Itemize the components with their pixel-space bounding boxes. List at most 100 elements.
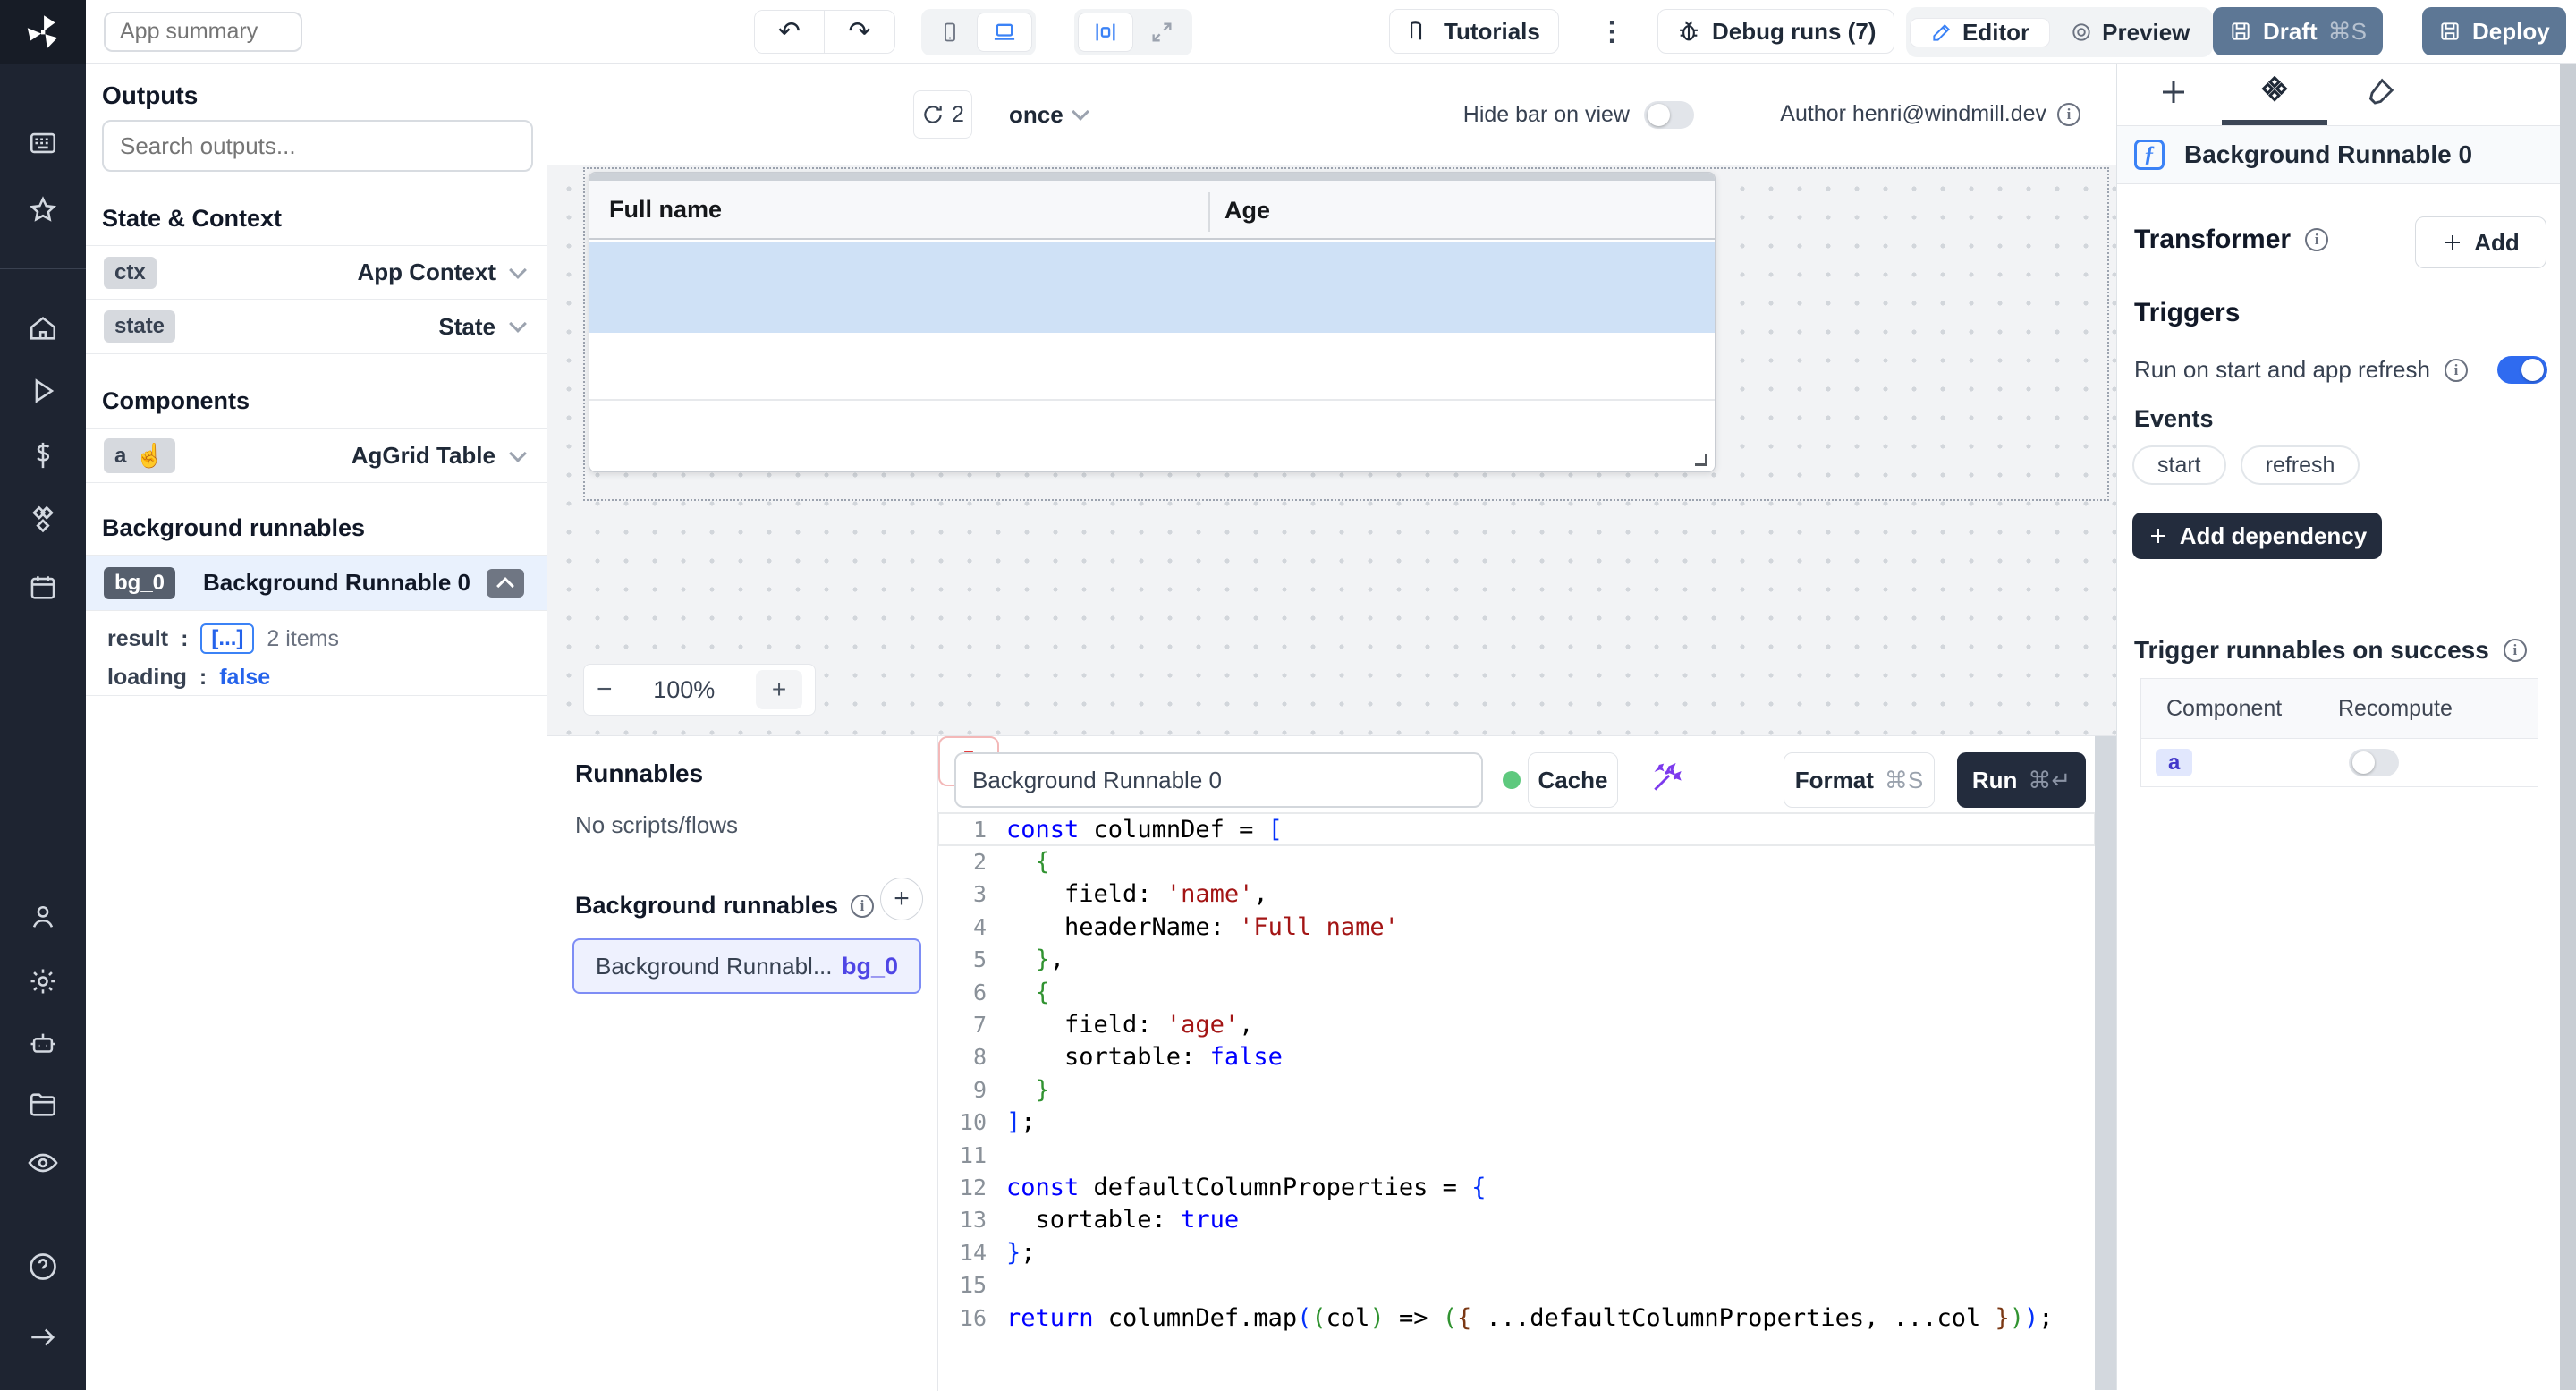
cache-button[interactable]: Cache bbox=[1528, 752, 1618, 808]
code-line[interactable]: 3 field: 'name', bbox=[938, 878, 2095, 911]
code-text: } bbox=[987, 1076, 1050, 1104]
code-line[interactable]: 1const columnDef = [ bbox=[938, 813, 2095, 845]
tutorials-button[interactable]: Tutorials bbox=[1389, 9, 1559, 54]
code-line[interactable]: 16return columnDef.map((col) => ({ ...de… bbox=[938, 1302, 2095, 1334]
collapse-button[interactable] bbox=[487, 569, 524, 598]
output-row-component-a[interactable]: a ☝ AgGrid Table bbox=[86, 428, 547, 483]
add-label: Add bbox=[2474, 229, 2520, 257]
code-line[interactable]: 12const defaultColumnProperties = { bbox=[938, 1171, 2095, 1203]
app-canvas[interactable]: Full name Age − 100% + bbox=[547, 165, 2116, 735]
workers-icon[interactable] bbox=[0, 1029, 86, 1059]
code-line[interactable]: 4 headerName: 'Full name' bbox=[938, 911, 2095, 943]
redo-button[interactable]: ↷ bbox=[825, 11, 894, 53]
code-editor[interactable]: 1const columnDef = [2 {3 field: 'name',4… bbox=[938, 813, 2095, 1390]
code-line[interactable]: 14}; bbox=[938, 1236, 2095, 1268]
format-button[interactable]: Format ⌘S bbox=[1784, 752, 1935, 808]
undo-button[interactable]: ↶ bbox=[755, 11, 825, 53]
tab-preview[interactable]: Preview bbox=[2050, 19, 2209, 47]
code-line[interactable]: 13 sortable: true bbox=[938, 1204, 2095, 1236]
interval-dropdown[interactable]: once bbox=[995, 90, 1101, 139]
code-line[interactable]: 15 bbox=[938, 1268, 2095, 1301]
event-pill-start[interactable]: start bbox=[2132, 445, 2226, 485]
hide-bar-toggle[interactable] bbox=[1644, 101, 1694, 129]
app-summary-input[interactable] bbox=[104, 12, 302, 52]
zoom-out-button[interactable]: − bbox=[597, 674, 613, 705]
tab-styling[interactable] bbox=[2362, 76, 2396, 110]
debug-runs-button[interactable]: Debug runs (7) bbox=[1657, 9, 1894, 54]
favorites-star-icon[interactable] bbox=[0, 195, 86, 225]
run-button[interactable]: Run ⌘↵ bbox=[1957, 752, 2086, 808]
editor-scrollbar[interactable] bbox=[2095, 813, 2116, 1390]
desktop-view-button[interactable] bbox=[977, 13, 1032, 52]
event-pill-refresh[interactable]: refresh bbox=[2241, 445, 2360, 485]
runnable-name-input[interactable] bbox=[954, 752, 1483, 808]
output-row-ctx[interactable]: ctx App Context bbox=[86, 245, 547, 300]
output-row-bg0[interactable]: bg_0 Background Runnable 0 bbox=[86, 555, 547, 611]
aggrid-table-component[interactable]: Full name Age bbox=[589, 172, 1716, 472]
code-line[interactable]: 7 field: 'age', bbox=[938, 1008, 2095, 1040]
code-line[interactable]: 2 { bbox=[938, 845, 2095, 878]
column-header-age[interactable]: Age bbox=[1224, 197, 1270, 225]
chevron-down-icon[interactable] bbox=[509, 315, 527, 333]
code-line[interactable]: 5 }, bbox=[938, 944, 2095, 976]
info-icon[interactable]: i bbox=[851, 895, 874, 918]
code-line[interactable]: 8 sortable: false bbox=[938, 1041, 2095, 1073]
fullscreen-button[interactable] bbox=[1135, 13, 1189, 52]
help-icon[interactable] bbox=[0, 1251, 86, 1283]
chevron-down-icon[interactable] bbox=[509, 261, 527, 279]
user-icon[interactable] bbox=[0, 902, 86, 932]
ai-wand-button[interactable] bbox=[1649, 761, 1683, 795]
schedules-icon[interactable] bbox=[0, 573, 86, 603]
windmill-logo[interactable] bbox=[0, 0, 86, 64]
mobile-view-button[interactable] bbox=[925, 13, 975, 52]
component-drag-handle[interactable] bbox=[589, 173, 1715, 181]
run-on-start-toggle[interactable] bbox=[2497, 356, 2547, 384]
table-row-selected[interactable] bbox=[589, 242, 1715, 333]
settings-gear-icon[interactable] bbox=[0, 966, 86, 997]
apps-icon[interactable] bbox=[0, 128, 86, 158]
column-separator[interactable] bbox=[1208, 192, 1210, 232]
event-pills: start refresh bbox=[2132, 445, 2360, 485]
code-line[interactable]: 11 bbox=[938, 1139, 2095, 1171]
table-row[interactable] bbox=[589, 333, 1715, 401]
col-recompute: Recompute bbox=[2338, 696, 2453, 722]
panel-scrollbar[interactable] bbox=[2560, 64, 2576, 1390]
center-align-button[interactable] bbox=[1078, 13, 1133, 52]
tab-insert[interactable] bbox=[2157, 76, 2190, 108]
trigger-table-row: a bbox=[2141, 739, 2538, 786]
expand-rail-icon[interactable] bbox=[0, 1322, 86, 1353]
resources-icon[interactable] bbox=[0, 505, 86, 538]
tab-editor[interactable]: Editor bbox=[1910, 18, 2050, 47]
code-line[interactable]: 6 { bbox=[938, 976, 2095, 1008]
search-outputs-input[interactable] bbox=[102, 120, 533, 172]
audit-eye-icon[interactable] bbox=[0, 1147, 86, 1179]
draft-button[interactable]: Draft ⌘S bbox=[2213, 7, 2383, 55]
add-transformer-button[interactable]: Add bbox=[2415, 216, 2546, 268]
info-icon[interactable]: i bbox=[2504, 639, 2527, 662]
add-dependency-button[interactable]: Add dependency bbox=[2132, 513, 2382, 559]
info-icon[interactable]: i bbox=[2057, 103, 2080, 126]
recompute-toggle[interactable] bbox=[2349, 749, 2399, 776]
code-line[interactable]: 9 } bbox=[938, 1073, 2095, 1106]
column-header-full-name[interactable]: Full name bbox=[589, 196, 722, 224]
zoom-in-button[interactable]: + bbox=[756, 670, 802, 709]
info-icon[interactable]: i bbox=[2445, 359, 2468, 382]
component-a-badge[interactable]: a bbox=[2156, 749, 2192, 776]
chevron-down-icon[interactable] bbox=[509, 445, 527, 462]
tab-settings-active[interactable] bbox=[2257, 76, 2292, 112]
info-icon[interactable]: i bbox=[2305, 228, 2328, 251]
runnable-header: ƒ Background Runnable 0 bbox=[2117, 125, 2576, 184]
result-expand-button[interactable]: [...] bbox=[200, 623, 254, 654]
folders-icon[interactable] bbox=[0, 1090, 86, 1120]
more-options-kebab-icon[interactable]: ⋮ bbox=[1596, 9, 1628, 54]
component-resize-handle[interactable] bbox=[1695, 454, 1707, 466]
output-row-state[interactable]: state State bbox=[86, 300, 547, 354]
background-runnable-item[interactable]: Background Runnabl... bg_0 bbox=[572, 938, 921, 994]
code-line[interactable]: 10]; bbox=[938, 1107, 2095, 1139]
add-background-runnable-button[interactable]: + bbox=[880, 878, 923, 920]
deploy-button[interactable]: Deploy bbox=[2422, 7, 2566, 55]
refresh-count-button[interactable]: 2 bbox=[913, 90, 972, 139]
home-icon[interactable] bbox=[0, 313, 86, 344]
runs-icon[interactable] bbox=[0, 376, 86, 406]
variables-icon[interactable] bbox=[0, 440, 86, 471]
